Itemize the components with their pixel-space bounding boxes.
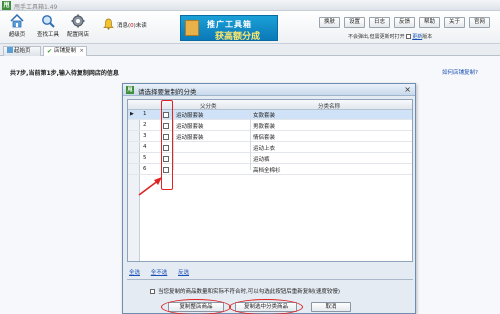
official-site-button[interactable]: 官网 [469,17,490,28]
message-text: 消息(0)未读 [117,23,147,29]
howto-link[interactable]: 如何店铺复制? [442,68,478,76]
slow-mode-label: 当您复制的商品数量和实际不符合时,可以勾选此按钮后重新复制(速度较慢) [158,289,341,295]
magnifier-icon [42,15,55,28]
message-indicator[interactable]: 消息(0)未读 [103,18,175,32]
column-parent-category: 父分类 [200,104,217,110]
row-number: 3 [143,133,147,139]
close-icon[interactable]: × [79,47,84,56]
close-icon[interactable]: × [404,85,411,94]
row-number: 6 [143,166,147,172]
main-toolbar: 超级页 查找工具 配置网店 消息(0)未读 推广工具箱 获高额分成 换肤 设置 … [0,11,500,44]
row-name: 情侣套装 [253,135,276,141]
row-number: 4 [143,144,147,150]
row-name: 男款套装 [253,124,276,130]
find-tool-label: 查找工具 [36,32,59,38]
invert-selection-link[interactable]: 反选 [178,270,189,276]
toolbox-icon [185,20,199,36]
row-parent: 运动服套装 [176,113,204,119]
row-parent: 运动服套装 [176,124,204,130]
home-page-button[interactable]: 超级页 [3,14,31,38]
help-button[interactable]: 帮助 [419,17,440,28]
row-name: 高档全棉衫 [253,168,281,174]
column-category-name: 分类名称 [318,104,341,110]
settings-button[interactable]: 设置 [344,17,365,28]
slow-mode-option[interactable]: 当您复制的商品数量和实际不符合时,可以勾选此按钮后重新复制(速度较慢) [149,287,340,295]
skin-button[interactable]: 换肤 [319,17,340,28]
app-logo-icon: 甩 [2,1,11,10]
selection-links: 全选 全不选 反选 [129,268,198,276]
copy-all-highlight [161,299,231,314]
home-page-label: 超级页 [8,32,26,38]
column-divider [250,110,251,170]
tab-start-page-label: 起始页 [14,48,31,54]
dialog-button-row: 复制整店商品 复制选中分类商品 取消 [123,299,415,314]
row-name: 运动上衣 [253,146,276,152]
slow-mode-checkbox[interactable] [150,289,155,294]
dialog-title-bar[interactable]: 甩 请选择要复制的分类 × [123,84,415,96]
row-parent: 运动服套装 [176,135,204,141]
tab-start-page[interactable]: 起始页 [3,46,41,56]
configure-shop-button[interactable]: 配置网店 [64,14,92,38]
row-number: 5 [143,155,147,161]
log-button[interactable]: 日志 [369,17,390,28]
feedback-button[interactable]: 反馈 [394,17,415,28]
dialog-title: 请选择要复制的分类 [138,88,197,96]
home-icon [7,47,13,53]
column-divider [173,110,174,170]
app-logo-icon: 甩 [126,86,134,94]
title-bar: 甩 甩手工具箱1.49 [0,0,500,11]
window-title: 甩手工具箱1.49 [14,4,58,11]
update-link[interactable]: 更新 [412,34,422,40]
tab-shop-copy-label: 店铺复制 [54,48,77,54]
select-all-link[interactable]: 全选 [129,270,140,276]
auto-update-checkbox[interactable] [405,34,411,39]
category-dialog: 甩 请选择要复制的分类 × 父分类 分类名称 ▶ 1 运动服套装 女款套装 2 … [122,83,416,314]
banner-line-2: 获高额分成 [215,32,261,41]
row-number: 1 [143,111,147,117]
row-name: 运动裤 [253,157,270,163]
current-row-arrow-icon: ▶ [130,111,134,117]
bell-icon [103,18,114,30]
about-button[interactable]: 关于 [444,17,465,28]
divider [127,279,413,280]
check-icon: ✔ [47,48,53,55]
auto-update-text: 不会弹出,但需更新时打开 更新版本 [348,34,433,40]
row-name: 女款套装 [253,113,276,119]
row-number: 2 [143,122,147,128]
select-none-link[interactable]: 全不选 [151,270,168,276]
step-indicator: 共7步,当前第1步,输入待复制网店的信息 [10,70,119,77]
gear-icon [71,14,85,28]
red-arrow-icon [138,177,162,196]
find-tool-button[interactable]: 查找工具 [34,14,62,38]
configure-shop-label: 配置网店 [66,32,89,38]
tab-strip: 起始页 ✔ 店铺复制 × [0,44,500,57]
copy-selected-highlight [229,299,303,314]
promo-banner[interactable]: 推广工具箱 获高额分成 [180,15,278,41]
home-icon [10,14,24,28]
cancel-button[interactable]: 取消 [311,302,351,312]
